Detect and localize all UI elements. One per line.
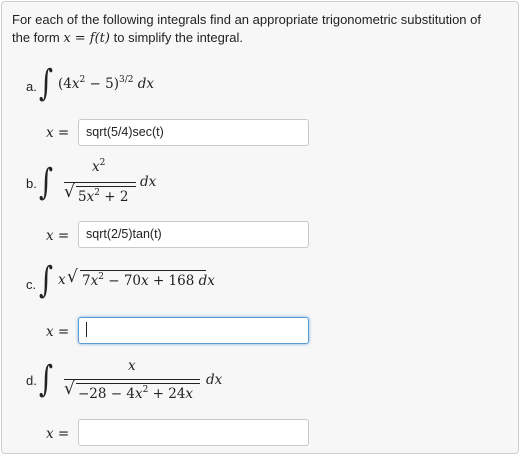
problem-c-radical-bar [80,270,206,271]
intro-formula: x = f(t) [63,31,110,46]
problem-a-x-equals: x = [46,125,70,141]
problem-b-answer-value: sqrt(2/5)tan(t) [86,227,162,241]
problem-a-label: a. [26,79,37,94]
problem-d-differential: dx [206,372,223,388]
integral-sign-icon: ∫ [39,63,54,104]
integral-sign-icon: ∫ [39,260,54,301]
integral-sign-icon: ∫ [39,359,54,400]
problem-c-integrand-x: x [58,272,66,288]
intro-line-2-prefix: the form [12,30,60,45]
integral-sign-icon: ∫ [39,162,54,203]
problem-d-fraction-bar [64,379,200,380]
problem-d-numerator: x [128,358,136,374]
problem-b-numerator: x2 [92,158,106,175]
problem-b-label: b. [26,176,37,191]
problem-d-x-equals: x = [46,426,70,442]
problem-c-radicand: 7x2 − 70x + 168 dx [82,272,215,289]
problem-a-integrand: (4x2 − 5)3/2 dx [58,75,155,92]
problem-d-answer-field[interactable] [78,419,309,446]
problem-d-radical-bar [76,383,200,384]
intro-line-2-suffix: to simplify the integral. [113,30,243,45]
problem-a-answer-value: sqrt(5/4)sec(t) [86,125,164,139]
question-intro: For each of the following integrals find… [12,11,517,48]
problem-a-answer-field[interactable]: sqrt(5/4)sec(t) [78,119,309,146]
radical-icon: √ [67,267,78,287]
problem-b-radical-bar [76,186,136,187]
problem-b-answer-field[interactable]: sqrt(2/5)tan(t) [78,221,309,248]
radical-icon: √ [64,379,75,399]
text-caret [86,322,87,337]
problem-c-label: c. [26,277,37,292]
question-panel: For each of the following integrals find… [1,1,519,454]
problem-b-differential: dx [140,174,157,190]
problem-c-answer-field[interactable] [78,317,309,344]
problem-b-denominator: 5x2 + 2 [78,188,129,205]
problem-d-label: d. [26,373,37,388]
problem-d-denominator: −28 − 4x2 + 24x [78,385,194,402]
problem-c-x-equals: x = [46,324,70,340]
intro-line-1: For each of the following integrals find… [12,12,481,27]
radical-icon: √ [64,182,75,202]
problem-b-x-equals: x = [46,228,70,244]
